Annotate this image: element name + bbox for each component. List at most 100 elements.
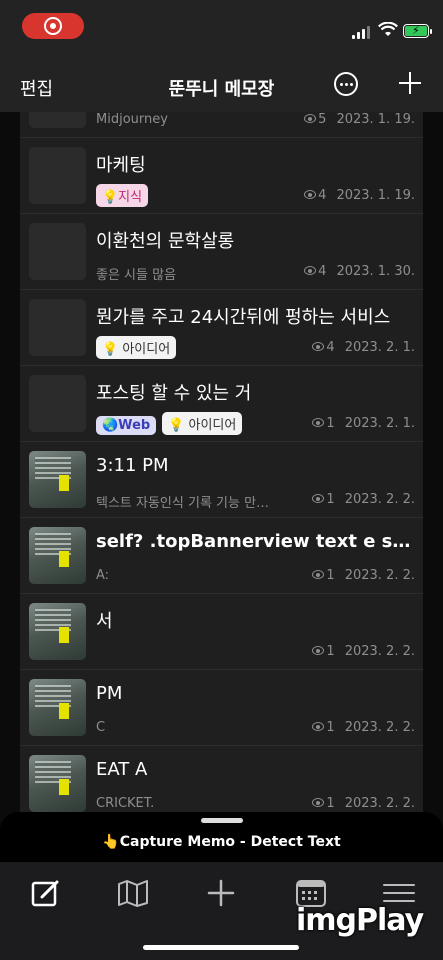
memo-title: 뭔가를 주고 24시간뒤에 펑하는 서비스 (96, 307, 391, 328)
tag-badge[interactable]: 🌏Web (96, 416, 157, 435)
memo-date: 2023. 2. 1. (344, 416, 415, 431)
memo-subtitle: Midjourney (96, 112, 168, 127)
list-item[interactable]: 포스팅 할 수 있는 거 🌏Web 💡 아이디어 1 2023. 2. 1. (20, 365, 423, 442)
view-count: 4 (326, 340, 335, 355)
eye-icon (312, 418, 325, 427)
home-indicator[interactable] (143, 945, 299, 950)
list-item[interactable]: EAT A CRICKET. 1 2023. 2. 2. (20, 745, 423, 812)
map-icon[interactable] (116, 878, 150, 908)
status-bar: ⚡ (0, 0, 443, 56)
memo-subtitle: 텍스트 자동인식 기록 기능 만… (96, 496, 270, 511)
list-item[interactable]: 이환천의 문학살롱 좋은 시들 많음 4 2023. 1. 30. (20, 213, 423, 290)
memo-subtitle: A: (96, 568, 110, 583)
memo-thumbnail (29, 451, 86, 508)
memo-thumbnail (29, 527, 86, 584)
list-item[interactable]: Midjourney 5 2023. 1. 19. (20, 112, 423, 138)
screen-recording-indicator[interactable] (22, 13, 84, 39)
memo-subtitle: CRICKET. (96, 796, 155, 811)
page-title: 뚠뚜니 메모장 (168, 79, 275, 100)
view-count: 1 (326, 492, 335, 507)
view-count: 1 (326, 644, 335, 659)
memo-title: 포스팅 할 수 있는 거 (96, 383, 252, 404)
memo-meta: 5 2023. 1. 19. (304, 112, 415, 127)
memo-meta: 4 2023. 2. 1. (312, 340, 415, 355)
eye-icon (312, 342, 325, 351)
memo-list[interactable]: Midjourney 5 2023. 1. 19. 마케팅 💡지식 4 2023. … (20, 112, 423, 812)
plus-icon[interactable] (204, 878, 238, 908)
tag-badge[interactable]: 💡지식 (96, 184, 149, 207)
eye-icon (312, 798, 325, 807)
memo-date: 2023. 2. 2. (344, 568, 415, 583)
memo-tags: 💡지식 (96, 184, 154, 207)
eye-icon (304, 190, 317, 199)
list-item[interactable]: PM C 1 2023. 2. 2. (20, 669, 423, 746)
cellular-signal-icon (352, 25, 372, 39)
memo-title: 마케팅 (96, 155, 146, 176)
memo-title: self? .topBannerview text e stri... (96, 531, 416, 552)
memo-date: 2023. 2. 2. (344, 492, 415, 507)
memo-thumbnail (29, 755, 86, 812)
eye-icon (312, 722, 325, 731)
memo-date: 2023. 2. 2. (344, 720, 415, 735)
memo-title: 3:11 PM (96, 455, 169, 476)
memo-title: 이환천의 문학살롱 (96, 231, 235, 252)
record-icon (44, 17, 62, 35)
memo-title: 서 (96, 611, 113, 632)
memo-thumbnail (29, 112, 86, 128)
tag-badge[interactable]: 💡 아이디어 (162, 412, 243, 435)
memo-thumbnail (29, 147, 86, 204)
add-memo-icon[interactable] (398, 70, 422, 94)
view-count: 1 (326, 416, 335, 431)
memo-tags: 🌏Web 💡 아이디어 (96, 412, 248, 435)
memo-date: 2023. 1. 19. (336, 112, 415, 127)
memo-title: EAT A (96, 759, 148, 780)
memo-edit-icon[interactable] (30, 878, 64, 908)
tag-badge[interactable]: 💡 아이디어 (96, 336, 177, 359)
memo-subtitle: 좋은 시들 많음 (96, 268, 177, 283)
memo-meta: 1 2023. 2. 2. (312, 644, 415, 659)
memo-thumbnail (29, 375, 86, 432)
view-count: 1 (326, 796, 335, 811)
memo-date: 2023. 2. 2. (344, 644, 415, 659)
nav-header: 편집 뚠뚜니 메모장 (0, 56, 443, 112)
eye-icon (312, 646, 325, 655)
memo-meta: 1 2023. 2. 2. (312, 720, 415, 735)
eye-icon (312, 494, 325, 503)
memo-meta: 1 2023. 2. 2. (312, 796, 415, 811)
view-count: 4 (318, 188, 327, 203)
memo-thumbnail (29, 299, 86, 356)
eye-icon (304, 266, 317, 275)
list-item[interactable]: 뭔가를 주고 24시간뒤에 펑하는 서비스 💡 아이디어 4 2023. 2. 1… (20, 289, 423, 366)
capture-memo-banner[interactable]: 👆Capture Memo - Detect Text (0, 812, 443, 862)
list-item[interactable]: self? .topBannerview text e stri... A: 1… (20, 517, 423, 594)
view-count: 1 (326, 720, 335, 735)
view-count: 4 (318, 264, 327, 279)
memo-thumbnail (29, 679, 86, 736)
memo-subtitle: C (96, 720, 106, 735)
wifi-icon (378, 22, 398, 36)
memo-meta: 4 2023. 1. 19. (304, 188, 415, 203)
view-count: 5 (318, 112, 327, 127)
memo-meta: 4 2023. 1. 30. (304, 264, 415, 279)
battery-charging-icon: ⚡ (403, 24, 432, 38)
drag-handle[interactable] (201, 818, 243, 823)
memo-meta: 1 2023. 2. 2. (312, 568, 415, 583)
list-item[interactable]: 마케팅 💡지식 4 2023. 1. 19. (20, 137, 423, 214)
memo-date: 2023. 2. 1. (344, 340, 415, 355)
memo-tags: 💡 아이디어 (96, 336, 182, 359)
eye-icon (304, 114, 317, 123)
view-count: 1 (326, 568, 335, 583)
list-item[interactable]: 3:11 PM 텍스트 자동인식 기록 기능 만… 1 2023. 2. 2. (20, 441, 423, 518)
memo-date: 2023. 1. 19. (336, 188, 415, 203)
memo-date: 2023. 2. 2. (344, 796, 415, 811)
capture-memo-label: 👆Capture Memo - Detect Text (102, 834, 341, 850)
memo-date: 2023. 1. 30. (336, 264, 415, 279)
eye-icon (312, 570, 325, 579)
memo-thumbnail (29, 603, 86, 660)
memo-title: PM (96, 683, 123, 704)
memo-meta: 1 2023. 2. 2. (312, 492, 415, 507)
more-options-icon[interactable] (334, 72, 358, 96)
memo-meta: 1 2023. 2. 1. (312, 416, 415, 431)
list-item[interactable]: 서 1 2023. 2. 2. (20, 593, 423, 670)
memo-thumbnail (29, 223, 86, 280)
